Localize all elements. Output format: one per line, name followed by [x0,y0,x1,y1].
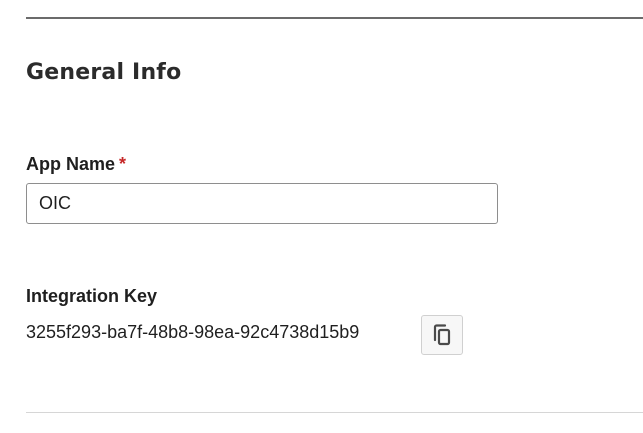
copy-icon [431,323,453,347]
section-title: General Info [26,60,182,85]
app-name-label-text: App Name [26,154,116,174]
integration-key-label: Integration Key [26,286,158,306]
general-info-panel: General Info App Name* Integration Key 3… [0,0,643,433]
app-name-input[interactable] [26,183,498,224]
copy-button[interactable] [421,315,463,355]
top-divider [26,17,643,19]
integration-key-value: 3255f293-ba7f-48b8-98ea-92c4738d15b9 [26,322,360,342]
app-name-label: App Name * [26,154,126,175]
bottom-divider [26,412,643,413]
required-indicator: * [119,154,127,174]
